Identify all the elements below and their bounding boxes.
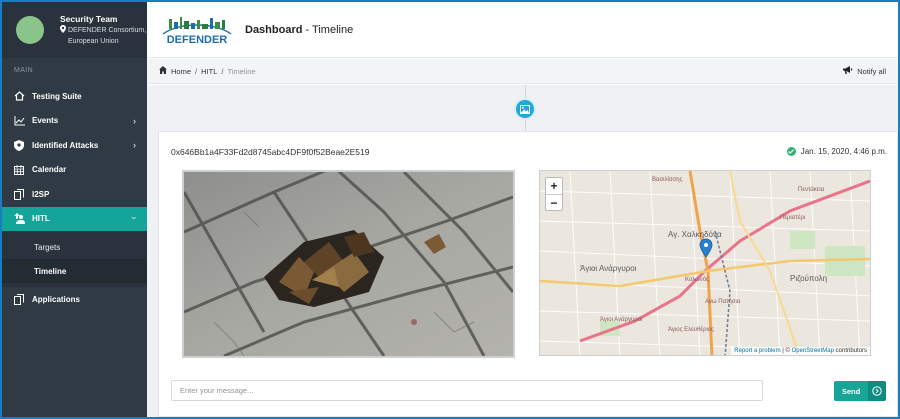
location-map[interactable]: Βασιλίσσης Πεντάκεια Περιστέρι Αγ. Χαλκη… <box>539 170 871 356</box>
sidebar-item-identified-attacks[interactable]: Identified Attacks › <box>2 133 147 158</box>
avatar[interactable] <box>16 16 44 44</box>
breadcrumb-separator: / <box>221 66 224 76</box>
sidebar-item-label: Applications <box>32 294 81 304</box>
timeline-area: 0x646Bb1a4F33Fd2d8745abc4DF9f0f52Beae2E5… <box>147 85 898 417</box>
event-date: Jan. 15, 2020, 4:46 p.m. <box>786 147 887 156</box>
pavement-photo-graphic <box>184 172 513 356</box>
sidebar-item-applications[interactable]: Applications <box>2 287 147 312</box>
location-pin-icon <box>60 24 66 37</box>
svg-text:Αγ. Χαλκηδόνα: Αγ. Χαλκηδόνα <box>668 230 722 239</box>
sidebar-item-label: Identified Attacks <box>32 140 99 150</box>
home-outline-icon <box>12 89 26 103</box>
sidebar-item-label: HITL <box>32 214 50 224</box>
message-input[interactable] <box>171 380 763 401</box>
sidebar-item-events[interactable]: Events › <box>2 109 147 134</box>
profile-org-line2: European Union <box>68 37 119 45</box>
breadcrumb-current: Timeline <box>227 66 256 76</box>
event-date-text: Jan. 15, 2020, 4:46 p.m. <box>800 147 887 156</box>
sidebar-item-label: I2SP <box>32 189 50 199</box>
chevron-down-icon: › <box>129 216 140 219</box>
copy-icon <box>12 292 26 306</box>
zoom-out-button[interactable]: − <box>546 194 562 210</box>
breadcrumb-separator: / <box>195 66 198 76</box>
map-tiles: Βασιλίσσης Πεντάκεια Περιστέρι Αγ. Χαλκη… <box>540 171 870 355</box>
image-icon <box>520 104 530 114</box>
page-title: Dashboard - Timeline <box>245 24 353 36</box>
sidebar-section-label: MAIN <box>14 67 34 74</box>
svg-text:Ριζούπολη: Ριζούπολη <box>790 274 827 283</box>
svg-text:Άγιος Ελευθέριος: Άγιος Ελευθέριος <box>668 326 714 333</box>
chevron-right-icon: › <box>133 115 136 126</box>
timeline-image-badge[interactable] <box>514 98 536 120</box>
home-icon <box>159 66 167 76</box>
svg-text:Άγιοι Ανάργυροι: Άγιοι Ανάργυροι <box>600 316 643 323</box>
send-button-label: Send <box>841 386 861 396</box>
svg-text:Άγιοι Ανάργυροι: Άγιοι Ανάργυροι <box>580 264 637 273</box>
megaphone-icon <box>843 66 853 76</box>
svg-text:Περιστέρι: Περιστέρι <box>780 214 806 221</box>
evidence-photo[interactable] <box>182 170 515 358</box>
sidebar-item-testing-suite[interactable]: Testing Suite <box>2 84 147 109</box>
copy-icon <box>12 187 26 201</box>
hitl-submenu: Targets Timeline <box>2 231 147 287</box>
chart-line-icon <box>12 114 26 128</box>
top-header: DEFENDER Dashboard - Timeline <box>147 2 898 58</box>
sidebar-item-hitl[interactable]: HITL › <box>2 206 147 231</box>
page-title-sub: - Timeline <box>302 23 354 36</box>
chevron-right-icon: › <box>133 140 136 150</box>
breadcrumb-hitl[interactable]: HITL <box>201 67 217 76</box>
app-window: Security Team DEFENDER Consortium, Europ… <box>2 2 898 417</box>
sidebar: Security Team DEFENDER Consortium, Europ… <box>2 2 147 417</box>
timeline-card: 0x646Bb1a4F33Fd2d8745abc4DF9f0f52Beae2E5… <box>158 131 898 417</box>
profile-panel: Security Team DEFENDER Consortium, Europ… <box>2 2 147 58</box>
notify-all-button[interactable]: Notify all <box>843 66 886 76</box>
calendar-icon <box>12 163 26 177</box>
sidebar-item-calendar[interactable]: Calendar <box>2 158 147 183</box>
profile-org-line1: DEFENDER Consortium, <box>68 26 147 34</box>
event-id: 0x646Bb1a4F33Fd2d8745abc4DF9f0f52Beae2E5… <box>171 147 370 157</box>
svg-text:Ανω Πατήσια: Ανω Πατήσια <box>705 298 741 305</box>
send-button[interactable]: Send <box>834 381 886 401</box>
sidebar-item-i2sp[interactable]: I2SP <box>2 182 147 207</box>
arrow-circle-right-icon <box>868 381 886 401</box>
user-upload-icon <box>12 212 26 226</box>
osm-link[interactable]: OpenStreetMap <box>792 348 834 354</box>
zoom-in-button[interactable]: + <box>546 178 562 194</box>
logo-text: DEFENDER <box>167 34 228 46</box>
report-problem-link[interactable]: Report a problem <box>734 348 780 354</box>
defender-logo[interactable]: DEFENDER <box>159 14 235 46</box>
notify-all-label: Notify all <box>857 66 886 76</box>
breadcrumb-home[interactable]: Home <box>171 67 191 76</box>
profile-org: DEFENDER Consortium, European Union <box>60 24 147 47</box>
breadcrumb: Home / HITL / Timeline Notify all <box>147 59 898 84</box>
map-attribution: Report a problem | © OpenStreetMap contr… <box>731 347 870 355</box>
sidebar-subitem-targets[interactable]: Targets <box>2 235 147 259</box>
svg-text:Κολωνός: Κολωνός <box>685 276 709 283</box>
shield-icon <box>12 138 26 152</box>
svg-text:Βασιλίσσης: Βασιλίσσης <box>652 177 683 183</box>
check-circle-icon <box>786 147 796 156</box>
map-zoom-control: + − <box>545 177 563 211</box>
sidebar-subitem-timeline[interactable]: Timeline <box>2 259 147 283</box>
sidebar-item-label: Calendar <box>32 165 67 175</box>
page-title-main: Dashboard <box>245 23 303 36</box>
sidebar-item-label: Events <box>32 116 59 126</box>
svg-text:Πεντάκεια: Πεντάκεια <box>798 186 825 193</box>
profile-name: Security Team <box>60 13 118 24</box>
sidebar-item-label: Testing Suite <box>32 91 82 101</box>
